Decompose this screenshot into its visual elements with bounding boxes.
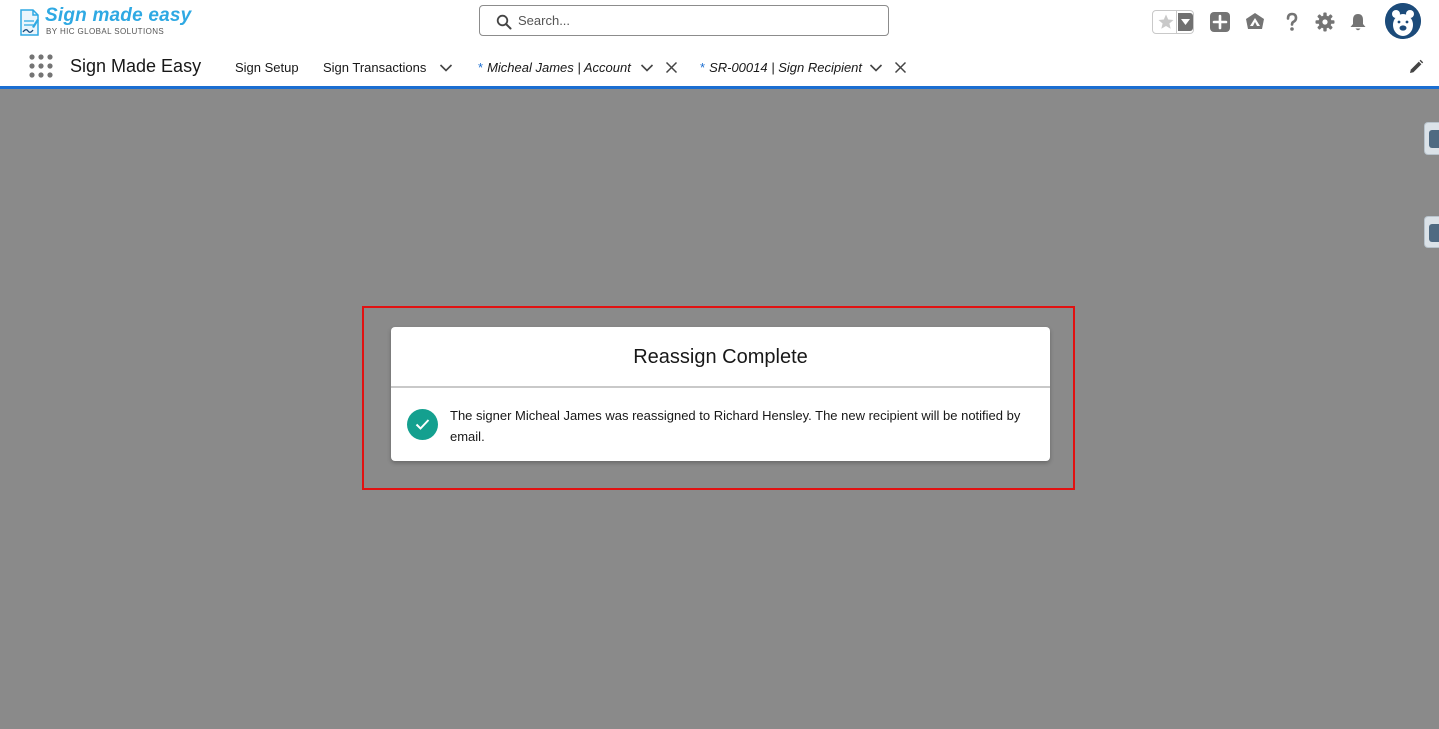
unsaved-marker: * [478,60,484,75]
logo-subtitle: BY HIC GLOBAL SOLUTIONS [46,27,165,36]
plus-icon[interactable] [1209,11,1231,33]
utility-panel-toggle-secondary[interactable] [1424,216,1439,248]
gear-icon[interactable] [1314,11,1336,33]
logo-title: Sign made easy [45,5,192,26]
pencil-icon[interactable] [1408,59,1424,75]
utility-panel-toggle[interactable] [1424,122,1439,155]
close-icon[interactable] [665,61,678,74]
search-input[interactable] [518,10,878,31]
navigation-bar: Sign Made Easy Sign Setup Sign Transacti… [0,44,1439,89]
favorites-divider [1176,11,1177,33]
chevron-down-icon [1181,19,1190,25]
modal-header: Reassign Complete [391,327,1050,388]
reassign-complete-modal: Reassign Complete The signer Micheal Jam… [391,327,1050,461]
nav-item-sign-transactions[interactable]: Sign Transactions [323,60,426,75]
favorites-group[interactable] [1152,10,1194,34]
check-icon [415,419,430,430]
question-icon[interactable] [1281,11,1303,33]
chevron-down-icon[interactable] [869,61,883,75]
global-search[interactable] [479,5,889,36]
bear-avatar-icon [1385,3,1421,39]
nav-item-sign-setup[interactable]: Sign Setup [235,60,299,75]
tab-micheal-james-account[interactable]: * Micheal James | Account [478,60,631,75]
user-avatar[interactable] [1385,3,1421,39]
chevron-left-icon [1429,130,1439,148]
tab-sr-00014-sign-recipient[interactable]: * SR-00014 | Sign Recipient [700,60,862,75]
modal-title: Reassign Complete [633,346,808,368]
chevron-down-icon[interactable] [640,61,654,75]
trailhead-icon[interactable] [1244,11,1266,33]
app-launcher-icon[interactable] [29,54,53,78]
unsaved-marker: * [700,60,706,75]
tab-label: Micheal James | Account [487,60,631,75]
star-icon[interactable] [1157,13,1175,31]
success-check-icon [407,409,438,440]
global-header: Sign made easy BY HIC GLOBAL SOLUTIONS [0,0,1439,44]
document-signature-icon [20,9,39,36]
search-icon [496,14,512,30]
app-logo[interactable]: Sign made easy BY HIC GLOBAL SOLUTIONS [18,5,192,39]
bell-icon[interactable] [1347,11,1369,33]
app-name: Sign Made Easy [70,56,202,76]
tab-label: SR-00014 | Sign Recipient [709,60,863,75]
close-icon[interactable] [894,61,907,74]
modal-message: The signer Micheal James was reassigned … [450,408,1021,444]
favorites-dropdown[interactable] [1178,13,1193,31]
chevron-left-icon [1429,224,1439,242]
chevron-down-icon[interactable] [439,61,453,75]
